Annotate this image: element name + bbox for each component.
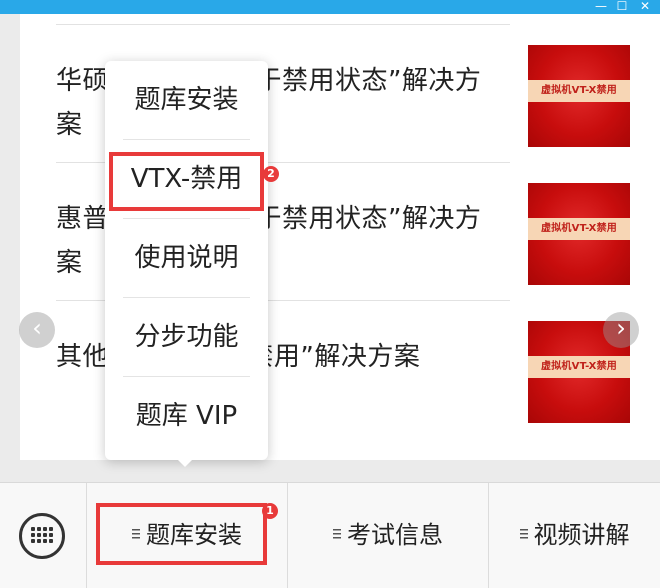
keyboard-toggle-button[interactable] bbox=[0, 483, 87, 588]
tab-label: 考试信息 bbox=[347, 521, 443, 549]
article-thumbnail[interactable]: 虚拟机VT-X禁用 bbox=[528, 183, 630, 285]
thumbnail-caption: 虚拟机VT-X禁用 bbox=[528, 80, 630, 102]
menu-lines-icon bbox=[519, 529, 528, 539]
thumbnail-caption: 虚拟机VT-X禁用 bbox=[528, 218, 630, 240]
menu-item-question-bank-install[interactable]: 题库安装 bbox=[105, 61, 268, 140]
article-thumbnail[interactable]: 虚拟机VT-X禁用 bbox=[528, 45, 630, 147]
annotation-badge-step-1: 1 bbox=[262, 503, 278, 519]
annotation-box-step-2 bbox=[109, 152, 264, 211]
close-button[interactable]: ✕ bbox=[634, 0, 656, 14]
menu-item-vip[interactable]: 题库 VIP bbox=[105, 377, 268, 456]
minimize-button[interactable]: — bbox=[590, 0, 612, 14]
menu-lines-icon bbox=[333, 529, 341, 539]
maximize-button[interactable]: ☐ bbox=[611, 0, 633, 14]
popup-menu: 题库安装 VTX-禁用 使用说明 分步功能 题库 VIP bbox=[105, 61, 268, 460]
carousel-prev-button[interactable]: ‹ bbox=[19, 312, 55, 348]
tab-video-lectures[interactable]: 视频讲解 bbox=[489, 483, 660, 588]
menu-item-step-function[interactable]: 分步功能 bbox=[105, 298, 268, 377]
chevron-left-icon: ‹ bbox=[32, 314, 42, 342]
menu-item-instructions[interactable]: 使用说明 bbox=[105, 219, 268, 298]
keyboard-icon bbox=[19, 513, 65, 559]
annotation-box-step-1 bbox=[96, 503, 267, 565]
tab-label: 视频讲解 bbox=[533, 521, 630, 549]
annotation-badge-step-2: 2 bbox=[263, 166, 279, 182]
tab-exam-info[interactable]: 考试信息 bbox=[288, 483, 489, 588]
chevron-right-icon: › bbox=[616, 314, 626, 342]
carousel-next-button[interactable]: › bbox=[603, 312, 639, 348]
menu-pointer bbox=[176, 458, 194, 467]
window-title-bar: — ☐ ✕ bbox=[0, 0, 660, 14]
thumbnail-caption: 虚拟机VT-X禁用 bbox=[528, 356, 630, 378]
